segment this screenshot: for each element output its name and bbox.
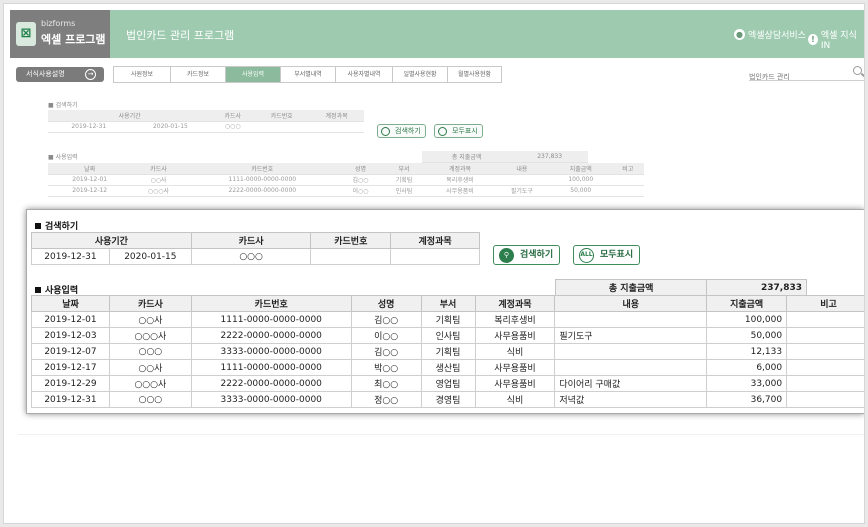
show-all-button[interactable]: ALL 모두표시 — [573, 245, 641, 265]
bg-th-account: 계정과목 — [426, 163, 494, 175]
consult-label: 엑셀상담서비스 — [748, 31, 806, 41]
square-bullet-icon — [35, 286, 41, 293]
bg-search-button[interactable]: 검색하기 — [377, 124, 426, 138]
arrow-right-icon: → — [85, 69, 96, 80]
knowledge-label: 엑셀 지식 IN — [820, 31, 857, 51]
th-card-company: 카드사 — [190, 232, 312, 249]
table-row: 2019-12-03 ○○○사 2222-0000-0000-0000 이○○ 인사팀 사… — [31, 327, 864, 344]
bg-th-account: 계정과목 — [309, 110, 364, 122]
program-name: 엑셀 프로그램 — [41, 33, 106, 46]
bg-th-card-number: 카드번호 — [254, 110, 310, 122]
account-field[interactable] — [390, 248, 480, 265]
bg-usage-title: ■ 사용입력 — [48, 154, 78, 161]
total-value: 237,833 — [706, 279, 807, 296]
tab-employee[interactable]: 사원정보 — [113, 66, 170, 83]
th-account: 계정과목 — [474, 295, 556, 312]
bg-search-table: 사용기간 카드사 카드번호 계정과목 2019-12-31 2020-01-15… — [48, 110, 364, 133]
bg-search-title: ■ 검색하기 — [48, 102, 78, 109]
tab-bar: 사원정보 카드정보 사용입력 부서별내역 사용자별내역 일별사용현황 월별사용현… — [113, 66, 502, 83]
bg-card-number[interactable] — [254, 121, 310, 133]
person-icon: ● — [734, 29, 745, 40]
consult-button[interactable]: ● 엑셀상담서비스 — [734, 28, 806, 41]
zoom-panel: 검색하기 사용기간 카드사 카드번호 계정과목 2019-12-31 2020-… — [26, 209, 864, 414]
th-card-number: 카드번호 — [310, 232, 392, 249]
bg-th-department: 부서 — [381, 163, 427, 175]
search-icon[interactable] — [853, 66, 862, 75]
bg-th-card-company: 카드사 — [131, 163, 186, 175]
bg-end-date[interactable]: 2020-01-15 — [129, 121, 212, 133]
bg-start-date[interactable]: 2019-12-31 — [48, 121, 130, 133]
bg-th-content: 내용 — [493, 163, 550, 175]
th-card-company: 카드사 — [108, 295, 192, 312]
tab-daily[interactable]: 일별사용현황 — [392, 66, 447, 83]
th-name: 성명 — [350, 295, 422, 312]
bg-th-period: 사용기간 — [48, 110, 212, 122]
bg-magnifier-icon — [381, 127, 390, 136]
th-note: 비고 — [786, 295, 864, 312]
logo[interactable]: ⊠ bizforms 엑셀 프로그램 — [10, 10, 110, 58]
bg-th-card-company: 카드사 — [211, 110, 255, 122]
total-label: 총 지출금액 — [554, 279, 708, 296]
bg-account[interactable] — [309, 121, 364, 133]
th-card-number: 카드번호 — [190, 295, 352, 312]
th-account: 계정과목 — [390, 232, 480, 249]
manual-button[interactable]: 서식사용설명 → — [16, 67, 104, 82]
square-bullet-icon — [35, 222, 41, 229]
th-period: 사용기간 — [31, 232, 192, 249]
bg-all-icon — [438, 127, 447, 136]
bg-total-table: 총 지출금액 237,833 — [422, 151, 588, 163]
table-row: 2019-12-07 ○○○ 3333-0000-0000-0000 김○○ 기획팀 식비… — [31, 343, 864, 360]
bg-total-label: 총 지출금액 — [422, 151, 512, 163]
divider — [18, 434, 864, 435]
total-table: 총 지출금액 237,833 — [554, 279, 807, 296]
th-amount: 지출금액 — [706, 295, 788, 312]
bg-table-row: 2019-12-01 ○○사 1111-0000-0000-0000 김○○ 기획팀 복리… — [48, 174, 644, 186]
bg-usage-table: 날짜 카드사 카드번호 성명 부서 계정과목 내용 지출금액 비고 2019-1… — [48, 163, 644, 197]
table-row: 2019-12-31 ○○○ 3333-0000-0000-0000 정○○ 경영팀 식비… — [31, 391, 864, 408]
bg-total-value: 237,833 — [511, 151, 588, 163]
tab-usage[interactable]: 사용입력 — [225, 66, 280, 83]
bg-card-company[interactable]: ○○○ — [211, 121, 255, 133]
bg-show-all-button[interactable]: 모두표시 — [434, 124, 483, 138]
bg-table-row: 2019-12-12 ○○○사 2222-0000-0000-0000 이○○ 인사팀 사… — [48, 185, 644, 197]
tab-department[interactable]: 부서별내역 — [280, 66, 335, 83]
tab-monthly[interactable]: 월별사용현황 — [447, 66, 502, 83]
excel-logo-icon: ⊠ — [16, 22, 36, 46]
end-date-field[interactable]: 2020-01-15 — [108, 248, 192, 265]
search-input[interactable] — [749, 69, 844, 85]
tab-card[interactable]: 카드정보 — [170, 66, 225, 83]
search-button[interactable]: ⚲ 검색하기 — [493, 245, 561, 265]
knowledge-button[interactable]: ! 엑셀 지식 IN — [808, 28, 864, 51]
th-date: 날짜 — [31, 295, 110, 312]
screenshot-frame: ⊠ bizforms 엑셀 프로그램 법인카드 관리 프로그램 ● 엑셀상담서비… — [3, 3, 865, 524]
search-box — [749, 64, 864, 85]
info-icon: ! — [808, 34, 818, 45]
card-company-field[interactable]: ○○○ — [190, 248, 312, 265]
table-row: 2019-12-01 ○○사 1111-0000-0000-0000 김○○ 기획팀 복리… — [31, 311, 864, 328]
bg-th-card-number: 카드번호 — [185, 163, 340, 175]
start-date-field[interactable]: 2019-12-31 — [31, 248, 110, 265]
manual-label: 서식사용설명 — [26, 70, 65, 78]
app-title: 법인카드 관리 프로그램 — [126, 29, 235, 42]
tab-user[interactable]: 사용자별내역 — [335, 66, 392, 83]
search-table: 사용기간 카드사 카드번호 계정과목 2019-12-31 2020-01-15… — [31, 232, 480, 265]
search-section-title: 검색하기 — [35, 219, 78, 232]
magnifier-icon: ⚲ — [499, 248, 514, 263]
all-icon: ALL — [579, 248, 594, 263]
bg-th-amount: 지출금액 — [549, 163, 612, 175]
bg-th-date: 날짜 — [48, 163, 132, 175]
brand-name: bizforms — [41, 19, 76, 28]
bg-th-note: 비고 — [611, 163, 644, 175]
app-header: ⊠ bizforms 엑셀 프로그램 법인카드 관리 프로그램 ● 엑셀상담서비… — [10, 10, 864, 58]
th-department: 부서 — [420, 295, 476, 312]
usage-table: 날짜 카드사 카드번호 성명 부서 계정과목 내용 지출금액 비고 2019-1… — [31, 295, 864, 408]
table-row: 2019-12-17 ○○사 1111-0000-0000-0000 박○○ 생산팀 사무… — [31, 359, 864, 376]
card-number-field[interactable] — [310, 248, 392, 265]
table-row: 2019-12-29 ○○○사 2222-0000-0000-0000 최○○ 영업팀 사… — [31, 375, 864, 392]
bg-th-name: 성명 — [339, 163, 382, 175]
th-content: 내용 — [554, 295, 708, 312]
